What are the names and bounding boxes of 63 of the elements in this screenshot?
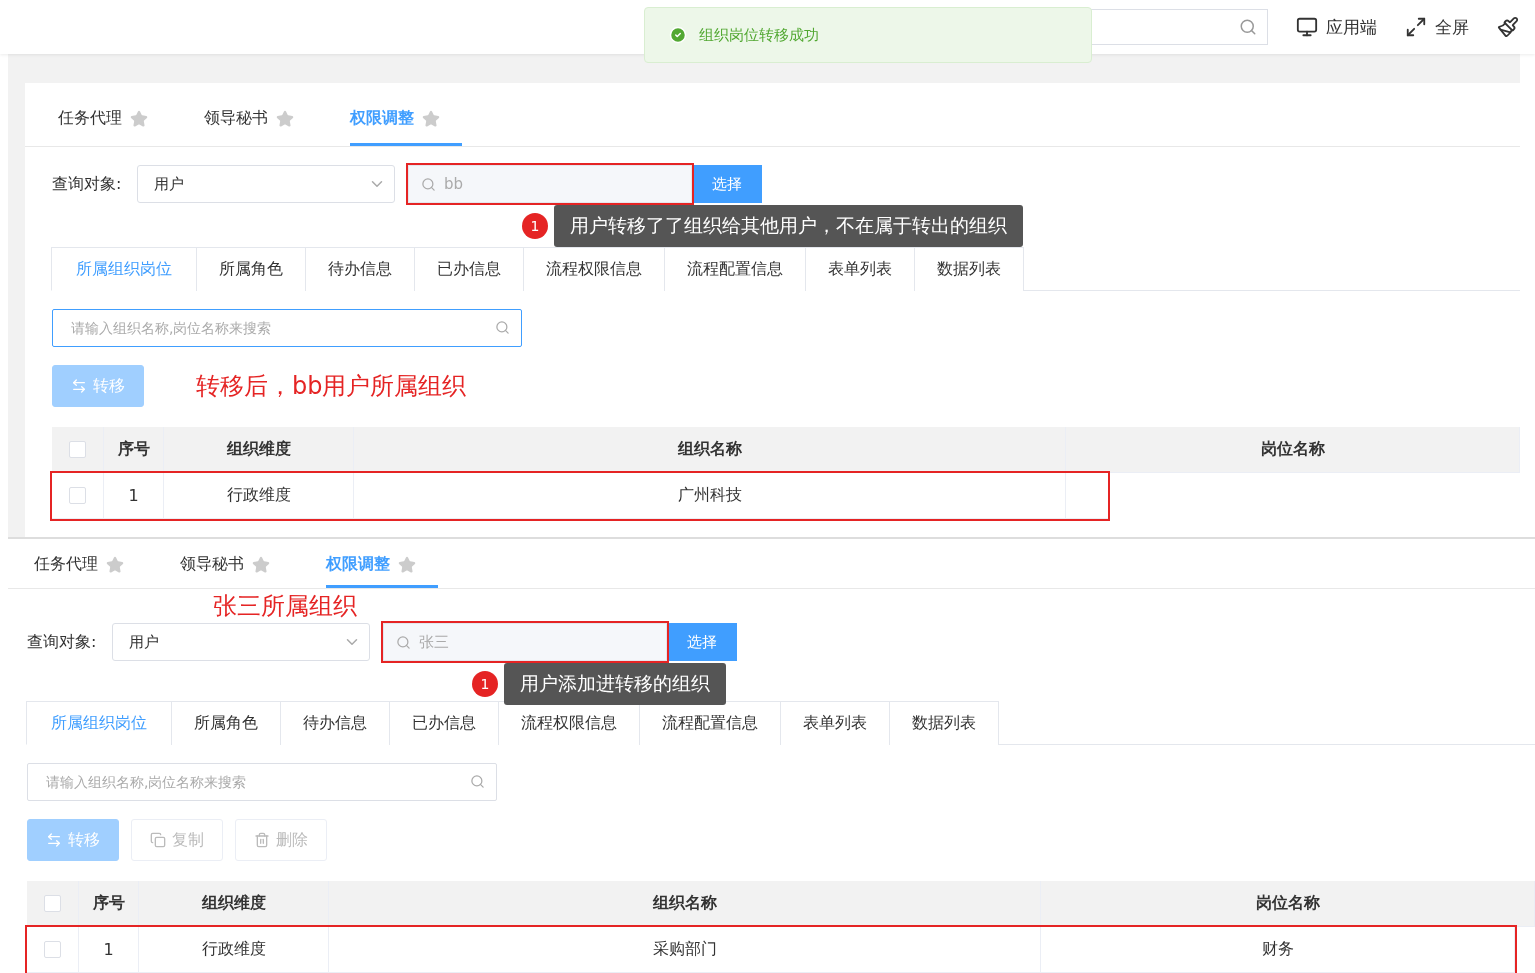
search-icon	[495, 320, 510, 335]
monitor-icon	[1296, 16, 1318, 38]
detail-tab[interactable]: 流程权限信息	[523, 247, 665, 291]
search-icon	[470, 774, 485, 789]
tooltip-text: 用户添加进转移的组织	[504, 663, 726, 705]
broom-icon	[1497, 16, 1519, 38]
detail-tab[interactable]: 数据列表	[914, 247, 1024, 291]
detail-tab[interactable]: 流程权限信息	[498, 701, 640, 745]
page-tab[interactable]: 任务代理	[34, 554, 146, 588]
step-badge: 1	[522, 213, 548, 239]
check-icon	[669, 26, 687, 44]
table-cell: 财务	[1041, 927, 1515, 972]
filter-field[interactable]: 请输入组织名称,岗位名称来搜索	[52, 309, 522, 347]
query-label: 查询对象:	[52, 173, 123, 195]
object-select[interactable]: 用户	[137, 165, 395, 203]
select-all-checkbox[interactable]	[69, 441, 86, 458]
detail-tab[interactable]: 所属角色	[171, 701, 281, 745]
row-checkbox[interactable]	[69, 487, 86, 504]
search-icon	[421, 176, 436, 192]
detail-tab[interactable]: 所属角色	[196, 247, 306, 291]
page-tab[interactable]: 任务代理	[58, 108, 170, 146]
fullscreen-icon	[1405, 16, 1427, 38]
detail-tab[interactable]: 表单列表	[805, 247, 915, 291]
table-cell: 行政维度	[139, 927, 329, 972]
table-cell: 1	[79, 927, 139, 972]
broom-button[interactable]	[1497, 16, 1519, 38]
page-tab[interactable]: 领导秘书	[180, 554, 292, 588]
star-icon[interactable]	[422, 109, 440, 128]
table-cell: 广州科技	[354, 473, 1066, 518]
search-icon	[1239, 18, 1257, 36]
star-icon[interactable]	[398, 555, 416, 574]
page-tab[interactable]: 领导秘书	[204, 108, 316, 146]
fullscreen-button[interactable]: 全屏	[1405, 15, 1469, 39]
select-all-checkbox[interactable]	[44, 895, 61, 912]
table-cell: 采购部门	[329, 927, 1041, 972]
detail-tab[interactable]: 流程配置信息	[639, 701, 781, 745]
object-select[interactable]: 用户	[112, 623, 370, 661]
toast-message: 组织岗位转移成功	[699, 25, 819, 45]
annotation-text: 张三所属组织	[213, 591, 357, 622]
detail-tab[interactable]: 表单列表	[780, 701, 890, 745]
star-icon[interactable]	[106, 555, 124, 574]
annotation-text: 转移后，bb用户所属组织	[196, 371, 467, 402]
table-cell: 行政维度	[164, 473, 354, 518]
detail-tab[interactable]: 待办信息	[280, 701, 390, 745]
detail-tab[interactable]: 已办信息	[389, 701, 499, 745]
detail-tab[interactable]: 流程配置信息	[664, 247, 806, 291]
arrows-icon	[71, 378, 87, 394]
step-badge: 1	[472, 671, 498, 697]
monitor-button[interactable]: 应用端	[1296, 15, 1377, 39]
table-cell: 1	[104, 473, 164, 518]
detail-tab[interactable]: 待办信息	[305, 247, 415, 291]
row-checkbox[interactable]	[44, 941, 61, 958]
detail-tab[interactable]: 数据列表	[889, 701, 999, 745]
star-icon[interactable]	[130, 109, 148, 128]
arrows-icon	[46, 832, 62, 848]
trash-icon	[254, 832, 270, 848]
query-label: 查询对象:	[27, 631, 98, 653]
copy-icon	[150, 832, 166, 848]
star-icon[interactable]	[252, 555, 270, 574]
search-icon	[396, 634, 411, 650]
star-icon[interactable]	[276, 109, 294, 128]
tooltip-text: 用户转移了了组织给其他用户，不在属于转出的组织	[554, 205, 1023, 247]
detail-tab[interactable]: 已办信息	[414, 247, 524, 291]
